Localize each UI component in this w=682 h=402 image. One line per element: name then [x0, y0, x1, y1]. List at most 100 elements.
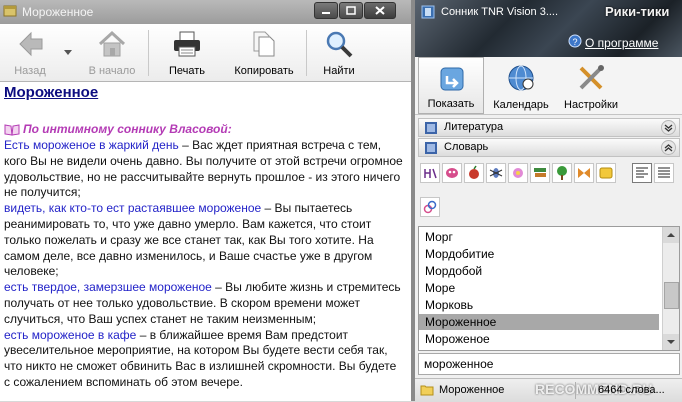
category-filter-bar — [418, 160, 680, 190]
word-search-input[interactable]: мороженное — [418, 353, 680, 375]
book-icon — [425, 122, 437, 134]
dream-book-header[interactable]: Сонник TNR Vision 3.... Рики-тики ? О пр… — [415, 0, 682, 57]
word-list-item[interactable]: Море — [419, 280, 659, 296]
butterfly-icon — [578, 168, 590, 178]
category-filter-button[interactable] — [420, 163, 440, 183]
word-list-item[interactable]: Мордобитие — [419, 246, 659, 262]
show-icon — [440, 67, 464, 91]
note-icon — [599, 167, 613, 179]
category-filter-button[interactable] — [508, 163, 528, 183]
detail-view-button[interactable] — [654, 163, 674, 183]
status-bar: Мороженное RECOMMEND.RU 6464 слова... — [415, 378, 682, 402]
article-window-title: Мороженное — [22, 5, 94, 19]
expand-chevron-button[interactable] — [661, 120, 676, 135]
back-button[interactable]: Назад — [4, 24, 56, 81]
literature-panel-label: Литература — [444, 121, 504, 133]
dictionary-panel-header[interactable]: Словарь — [418, 138, 680, 157]
chevron-down-icon — [64, 50, 72, 55]
show-button[interactable]: Показать — [418, 57, 484, 114]
category-filter-button[interactable] — [574, 163, 594, 183]
copy-button-label: Копировать — [234, 65, 294, 77]
list-view-button[interactable] — [632, 163, 652, 183]
keyword-link[interactable]: видеть, как кто-то ест растаявшее мороже… — [4, 201, 261, 215]
app-icon — [3, 5, 17, 17]
home-button-label: В начало — [88, 65, 136, 77]
keyword-link[interactable]: Есть мороженое в жаркий день — [4, 138, 179, 152]
category-filter-button[interactable] — [530, 163, 550, 183]
astrology-symbol-icon — [424, 168, 437, 179]
copy-button[interactable]: Копировать — [226, 24, 302, 81]
scroll-thumb[interactable] — [664, 282, 679, 309]
find-button[interactable]: Найти — [312, 24, 366, 81]
toolbar-divider — [306, 30, 307, 76]
book-icon — [4, 124, 20, 136]
print-button[interactable]: Печать — [160, 24, 214, 81]
gender-filter-bar — [418, 194, 680, 222]
show-button-label: Показать — [427, 98, 475, 110]
svg-text:?: ? — [572, 37, 577, 47]
magnifier-icon — [326, 31, 353, 58]
keyword-link[interactable]: есть твердое, замерзшее мороженое — [4, 280, 212, 294]
chevron-down-icon — [664, 124, 673, 132]
article-window-titlebar[interactable]: Мороженное — [0, 0, 411, 24]
back-arrow-icon — [19, 31, 43, 57]
keyword-link[interactable]: есть мороженое в кафе — [4, 328, 136, 342]
dream-book-toolbar: Показать Календарь Настройки — [415, 57, 682, 115]
status-current-word: Мороженное — [439, 384, 505, 396]
scroll-up-button[interactable] — [663, 227, 679, 243]
category-filter-button[interactable] — [486, 163, 506, 183]
gender-filter-button[interactable] — [420, 197, 440, 217]
align-lines-icon — [636, 167, 648, 178]
close-button[interactable] — [364, 2, 396, 19]
word-list-item[interactable]: Морг — [419, 229, 659, 245]
category-filter-button[interactable] — [464, 163, 484, 183]
article-body: Есть мороженое в жаркий день – Вас ждет … — [4, 138, 404, 391]
scroll-down-button[interactable] — [663, 334, 679, 350]
minimize-icon — [322, 12, 330, 14]
word-list-item[interactable]: Мороженое — [419, 331, 659, 347]
dream-book-window: Сонник TNR Vision 3.... Рики-тики ? О пр… — [415, 0, 682, 402]
app-icon — [421, 5, 435, 19]
back-history-dropdown[interactable] — [58, 24, 78, 81]
find-button-label: Найти — [323, 65, 355, 77]
back-button-label: Назад — [14, 65, 46, 77]
book-icon — [425, 142, 437, 154]
flower-icon — [513, 168, 523, 178]
collapse-chevron-button[interactable] — [661, 140, 676, 155]
article-source: По интимному соннику Власовой: — [4, 122, 232, 136]
calendar-button-label: Календарь — [493, 99, 549, 111]
settings-button[interactable]: Настройки — [558, 57, 624, 114]
article-toolbar: Назад В начало Печать Копировать Найти — [0, 24, 411, 82]
category-filter-button[interactable] — [552, 163, 572, 183]
maximize-button[interactable] — [339, 2, 363, 19]
status-word-count: 6464 слова... — [598, 384, 665, 396]
close-icon — [375, 6, 385, 15]
printer-icon — [174, 31, 200, 57]
folder-icon — [420, 385, 434, 396]
article-source-label: По интимному соннику Власовой: — [23, 122, 232, 136]
word-list-item[interactable]: Мордобой — [419, 263, 659, 279]
literature-panel-header[interactable]: Литература — [418, 118, 680, 137]
book-stack-icon — [534, 168, 546, 177]
watermark: Рики-тики — [605, 4, 670, 19]
tree-icon — [557, 166, 567, 180]
scroll-down-icon — [667, 340, 675, 344]
word-list-item[interactable]: Морковь — [419, 297, 659, 313]
category-filter-button[interactable] — [596, 163, 616, 183]
dream-book-title: Сонник TNR Vision 3.... — [441, 6, 559, 18]
article-window: Мороженное Назад В начало Печать Копиров… — [0, 0, 411, 401]
category-filter-button[interactable] — [442, 163, 462, 183]
word-list-item[interactable]: Мороженное — [419, 314, 659, 330]
word-list-scrollbar[interactable] — [662, 227, 679, 350]
calendar-button[interactable]: Календарь — [488, 57, 554, 114]
home-icon — [98, 30, 126, 57]
dictionary-word-list[interactable]: Морг Мордобитие Мордобой Море Морковь Морожен… — [418, 226, 680, 351]
settings-tools-icon — [579, 65, 604, 90]
gender-symbols-icon — [423, 200, 437, 214]
maximize-icon — [346, 6, 356, 15]
article-content: Мороженное По интимному соннику Власовой… — [0, 82, 411, 401]
about-link[interactable]: О программе — [585, 36, 658, 50]
minimize-button[interactable] — [314, 2, 338, 19]
word-list-item[interactable]: Мороз — [419, 348, 659, 350]
home-button[interactable]: В начало — [84, 24, 140, 81]
